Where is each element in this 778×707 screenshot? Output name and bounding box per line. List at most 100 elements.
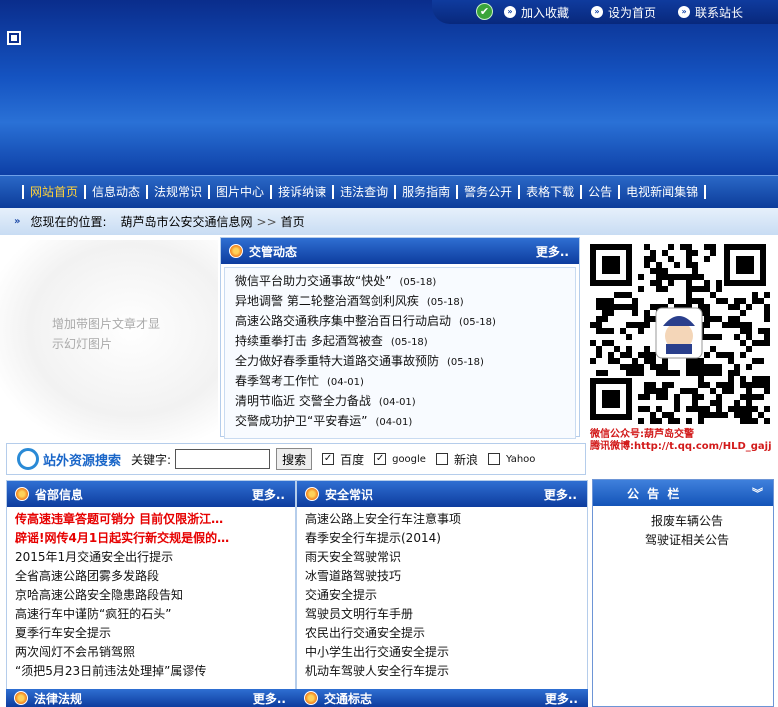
safety-panel: 安全常识 更多.. 高速公路上安全行车注意事项 春季安全行车提示(2014) 雨天安… [296,480,588,690]
province-list: 传高速违章答题可销分 目前仅限浙江… 辟谣!网传4月1日起实行新交规是假的… 201… [7,507,295,681]
safety-item[interactable]: 冰雪道路驾驶技巧 [305,567,587,586]
province-item[interactable]: 全省高速公路团雾多发路段 [15,567,295,586]
breadcrumb-current: 首页 [280,215,305,229]
banner: ✔ » 加入收藏 » 设为首页 » 联系站长 [0,0,778,175]
nav-item-police-affairs[interactable]: 警务公开 [456,185,518,199]
safety-item[interactable]: 中小学生出行交通安全提示 [305,643,587,662]
news-item[interactable]: 持续重拳打击 多起酒驾被查 (05-18) [235,332,575,352]
checkbox-yahoo[interactable] [487,453,500,465]
sign-title: 交通标志 [324,691,373,706]
news-item[interactable]: 全力做好春季重特大道路交通事故预防 (05-18) [235,352,575,372]
notice-item[interactable]: 报废车辆公告 [601,512,773,531]
slideshow[interactable]: 增加带图片文章才显示幻灯图片 [0,240,218,440]
traffic-sign-panel: 交通标志 更多.. [296,689,588,707]
province-item[interactable]: 传高速违章答题可销分 目前仅限浙江… [15,510,295,529]
checkbox-google[interactable]: ✓ [374,453,387,465]
news-item-date: (05-18) [426,297,464,308]
nav-item-form-download[interactable]: 表格下载 [518,185,580,199]
set-homepage-link[interactable]: » 设为首页 [591,4,656,21]
breadcrumb-separator: >> [256,214,277,229]
engine-yahoo[interactable]: Yahoo [487,453,536,465]
notice-title: 公 告 栏 [627,486,682,501]
flower-icon [304,691,318,705]
safety-item[interactable]: 高速公路上安全行车注意事项 [305,510,587,529]
news-item-date: (04-01) [378,397,416,408]
keyword-input[interactable] [175,449,271,469]
engine-baidu[interactable]: ✓ 百度 [322,451,364,468]
safety-more-link[interactable]: 更多.. [544,486,577,503]
news-item-text: 持续重拳打击 多起酒驾被查 [235,334,383,348]
province-item[interactable]: “须把5月23日前违法处理掉”属谬传 [15,662,295,681]
news-item[interactable]: 高速公路交通秩序集中整治百日行动启动 (05-18) [235,312,575,332]
news-item-text: 交警成功护卫“平安春运” [235,414,368,428]
weibo-link[interactable]: 腾讯微博:http://t.qq.com/HLD_gajj [590,441,772,453]
breadcrumb-label: 您现在的位置: [30,215,107,229]
broken-image-icon [7,31,21,45]
nav-item-news[interactable]: 信息动态 [84,185,146,199]
law-more-link[interactable]: 更多.. [253,690,286,707]
sign-more-link[interactable]: 更多.. [545,690,578,707]
safety-list: 高速公路上安全行车注意事项 春季安全行车提示(2014) 雨天安全驾驶常识 冰雪道路驾… [297,507,587,681]
news-item[interactable]: 清明节临近 交警全力备战 (04-01) [235,392,575,412]
engine-yahoo-label: Yahoo [505,453,536,465]
news-title: 交管动态 [249,244,298,259]
province-title: 省部信息 [35,487,84,502]
chevron-down-icon[interactable]: ︾ [752,485,763,501]
safety-item[interactable]: 雨天安全驾驶常识 [305,548,587,567]
nav-item-service-guide[interactable]: 服务指南 [394,185,456,199]
safety-item[interactable]: 农民出行交通安全提示 [305,624,587,643]
engine-baidu-label: 百度 [340,452,365,467]
engine-google[interactable]: ✓ google [374,453,426,465]
nav-item-home[interactable]: 网站首页 [22,185,84,199]
top-links-bar: ✔ » 加入收藏 » 设为首页 » 联系站长 [432,0,778,24]
province-item[interactable]: 夏季行车安全提示 [15,624,295,643]
safety-item[interactable]: 机动车驾驶人安全行车提示 [305,662,587,681]
province-item[interactable]: 辟谣!网传4月1日起实行新交规是假的… [15,529,295,548]
notice-header: 公 告 栏 ︾ [593,480,773,506]
notice-item[interactable]: 驾驶证相关公告 [601,531,773,550]
double-arrow-icon: » [14,216,21,227]
news-item[interactable]: 交警成功护卫“平安春运” (04-01) [235,412,575,432]
province-item[interactable]: 高速行车中谨防“疯狂的石头” [15,605,295,624]
notice-list: 报废车辆公告 驾驶证相关公告 [593,506,773,550]
checkbox-sina[interactable] [435,453,448,465]
slideshow-placeholder: 增加带图片文章才显示幻灯图片 [52,317,161,351]
engine-sina[interactable]: 新浪 [435,451,478,468]
magnifier-icon [17,448,39,470]
arrow-circle-icon: » [504,6,516,18]
news-item[interactable]: 微信平台助力交通事故“快处” (05-18) [235,272,575,292]
nav-item-laws[interactable]: 法规常识 [146,185,208,199]
main-nav: 网站首页 信息动态 法规常识 图片中心 接诉纳谏 违法查询 服务指南 警务公开 … [0,175,778,208]
arrow-circle-icon: » [591,6,604,18]
nav-item-announcement[interactable]: 公告 [580,185,618,199]
nav-item-complaints[interactable]: 接诉纳谏 [270,185,332,199]
search-button[interactable]: 搜索 [276,448,313,470]
province-info-panel: 省部信息 更多.. 传高速违章答题可销分 目前仅限浙江… 辟谣!网传4月1日起实行… [6,480,296,690]
nav-item-tv-news[interactable]: 电视新闻集锦 [618,185,707,199]
add-favorite-link[interactable]: » 加入收藏 [504,4,569,21]
search-logo: 站外资源搜索 [13,448,121,470]
safety-item[interactable]: 春季安全行车提示(2014) [305,529,587,548]
news-header: 交管动态 更多.. [221,238,579,264]
news-item[interactable]: 春季驾考工作忙 (04-01) [235,372,575,392]
news-item-date: (04-01) [375,417,413,428]
safety-item[interactable]: 驾驶员文明行车手册 [305,605,587,624]
contact-link[interactable]: » 联系站长 [678,4,743,21]
breadcrumb-site[interactable]: 葫芦岛市公安交通信息网 [121,213,253,230]
news-more-link[interactable]: 更多.. [536,243,569,260]
province-item[interactable]: 京哈高速公路安全隐患路段告知 [15,586,295,605]
news-item-date: (05-18) [459,317,496,328]
nav-item-violation-query[interactable]: 违法查询 [332,185,394,199]
news-item-text: 春季驾考工作忙 [235,374,320,388]
province-item[interactable]: 两次闯灯不会吊销驾照 [15,643,295,662]
flower-icon [15,487,29,501]
province-more-link[interactable]: 更多.. [252,486,285,503]
checkbox-baidu[interactable]: ✓ [322,453,335,465]
nav-item-pictures[interactable]: 图片中心 [208,185,270,199]
province-item[interactable]: 2015年1月交通安全出行提示 [15,548,295,567]
contact-label: 联系站长 [695,5,744,20]
news-item[interactable]: 异地调警 第二轮整治酒驾剑利风疾 (05-18) [235,292,575,312]
news-item-date: (04-01) [327,377,364,388]
sign-header: 交通标志 更多.. [296,689,588,707]
safety-item[interactable]: 交通安全提示 [305,586,587,605]
